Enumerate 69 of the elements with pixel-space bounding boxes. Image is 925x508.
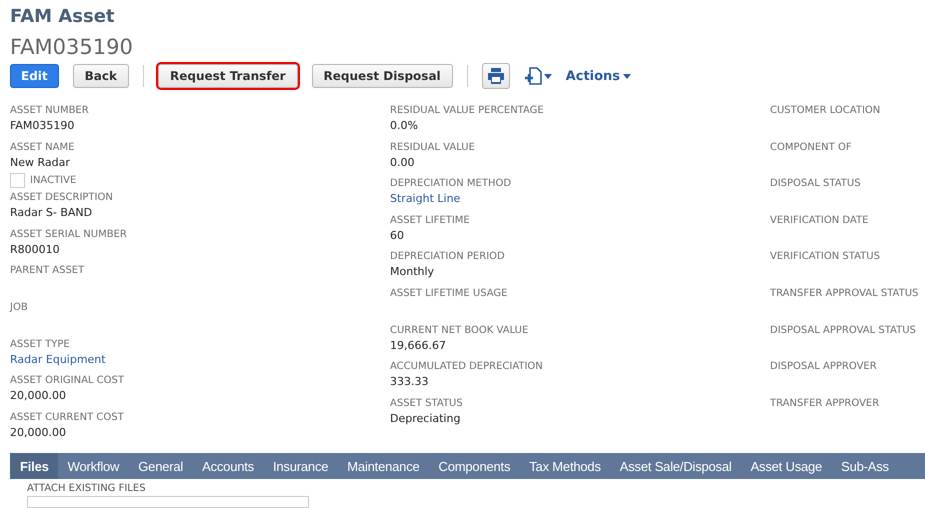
toolbar-button[interactable]: Request Transfer — [158, 64, 298, 88]
field-value: Depreciating — [390, 410, 460, 426]
field-label: ASSET LIFETIME — [390, 214, 470, 228]
field-label: RESIDUAL VALUE — [390, 140, 475, 155]
field-label: ASSET CURRENT COST — [10, 410, 124, 425]
field-value: New Radar — [10, 154, 70, 170]
toolbar-button[interactable]: Request Disposal — [312, 64, 453, 88]
field-label: ASSET STATUS — [390, 396, 463, 411]
field-value: 19,666.67 — [390, 338, 446, 353]
field-value: FAM035190 — [10, 118, 74, 133]
tab[interactable]: Accounts — [192, 453, 263, 480]
printer-icon — [486, 68, 505, 84]
tab[interactable]: Files — [10, 453, 58, 480]
field-label: DISPOSAL APPROVER — [770, 360, 877, 374]
field-label: ASSET SERIAL NUMBER — [10, 228, 127, 242]
field-value: Radar S- BAND — [10, 205, 92, 220]
field-value: 60 — [390, 228, 404, 243]
toolbar-button[interactable]: Edit — [10, 64, 59, 88]
field-link[interactable]: Straight Line — [390, 191, 460, 206]
field-label: INACTIVE — [30, 174, 76, 188]
field-value: Monthly — [390, 264, 434, 280]
field-label: DEPRECIATION METHOD — [390, 177, 512, 192]
tab[interactable]: Asset Sale/Disposal — [610, 453, 741, 480]
field-label: DISPOSAL APPROVAL STATUS — [770, 324, 916, 338]
tab[interactable]: General — [128, 453, 192, 480]
tab[interactable]: Asset Usage — [740, 453, 832, 480]
field-link[interactable]: Radar Equipment — [10, 352, 106, 367]
tab[interactable]: Tax Methods — [519, 453, 610, 480]
tab[interactable]: Workflow — [58, 453, 128, 480]
field-value: R800010 — [10, 242, 60, 257]
record-id: FAM035190 — [10, 35, 133, 59]
field-label: ASSET ORIGINAL COST — [10, 374, 124, 388]
field-label: JOB — [10, 300, 28, 315]
field-label: ACCUMULATED DEPRECIATION — [390, 360, 543, 374]
caret-icon — [623, 74, 632, 78]
actions-menu-button[interactable]: Actions — [566, 64, 632, 88]
file-select-field[interactable] — [27, 496, 309, 508]
field-label: CURRENT NET BOOK VALUE — [390, 324, 528, 338]
field-label: ASSET LIFETIME USAGE — [390, 286, 508, 301]
field-label: COMPONENT OF — [770, 140, 852, 155]
field-value: 20,000.00 — [10, 388, 66, 404]
field-label: ASSET TYPE — [10, 338, 70, 352]
field-label: ASSET NAME — [10, 140, 74, 155]
field-label: VERIFICATION DATE — [770, 214, 868, 228]
tab[interactable]: Sub-Ass — [831, 453, 898, 480]
new-document-button[interactable] — [524, 64, 552, 88]
field-label: VERIFICATION STATUS — [770, 250, 880, 264]
field-label: ASSET NUMBER — [10, 104, 89, 118]
field-value: 333.33 — [390, 374, 428, 390]
print-button[interactable] — [482, 63, 510, 89]
tab[interactable]: Maintenance — [337, 453, 429, 480]
field-value: 20,000.00 — [10, 424, 66, 440]
field-label: PARENT ASSET — [10, 264, 84, 278]
field-label: DEPRECIATION PERIOD — [390, 250, 505, 264]
tab[interactable]: Insurance — [262, 453, 338, 480]
field-value: 0.00 — [390, 154, 414, 170]
field-label: RESIDUAL VALUE PERCENTAGE — [390, 104, 544, 118]
tab[interactable]: Components — [428, 453, 520, 480]
field-label: TRANSFER APPROVER — [770, 396, 880, 411]
field-label: ASSET DESCRIPTION — [10, 191, 113, 206]
field-label: TRANSFER APPROVAL STATUS — [770, 286, 918, 301]
new-document-icon — [524, 67, 542, 85]
field-label: ATTACH EXISTING FILES — [27, 483, 146, 494]
caret-icon — [544, 74, 552, 78]
toolbar-button[interactable]: Back — [72, 64, 129, 88]
field-label: CUSTOMER LOCATION — [770, 104, 880, 118]
field-label: DISPOSAL STATUS — [770, 177, 861, 192]
field-value: 0.0% — [390, 118, 418, 133]
page-title: FAM Asset — [10, 6, 115, 27]
